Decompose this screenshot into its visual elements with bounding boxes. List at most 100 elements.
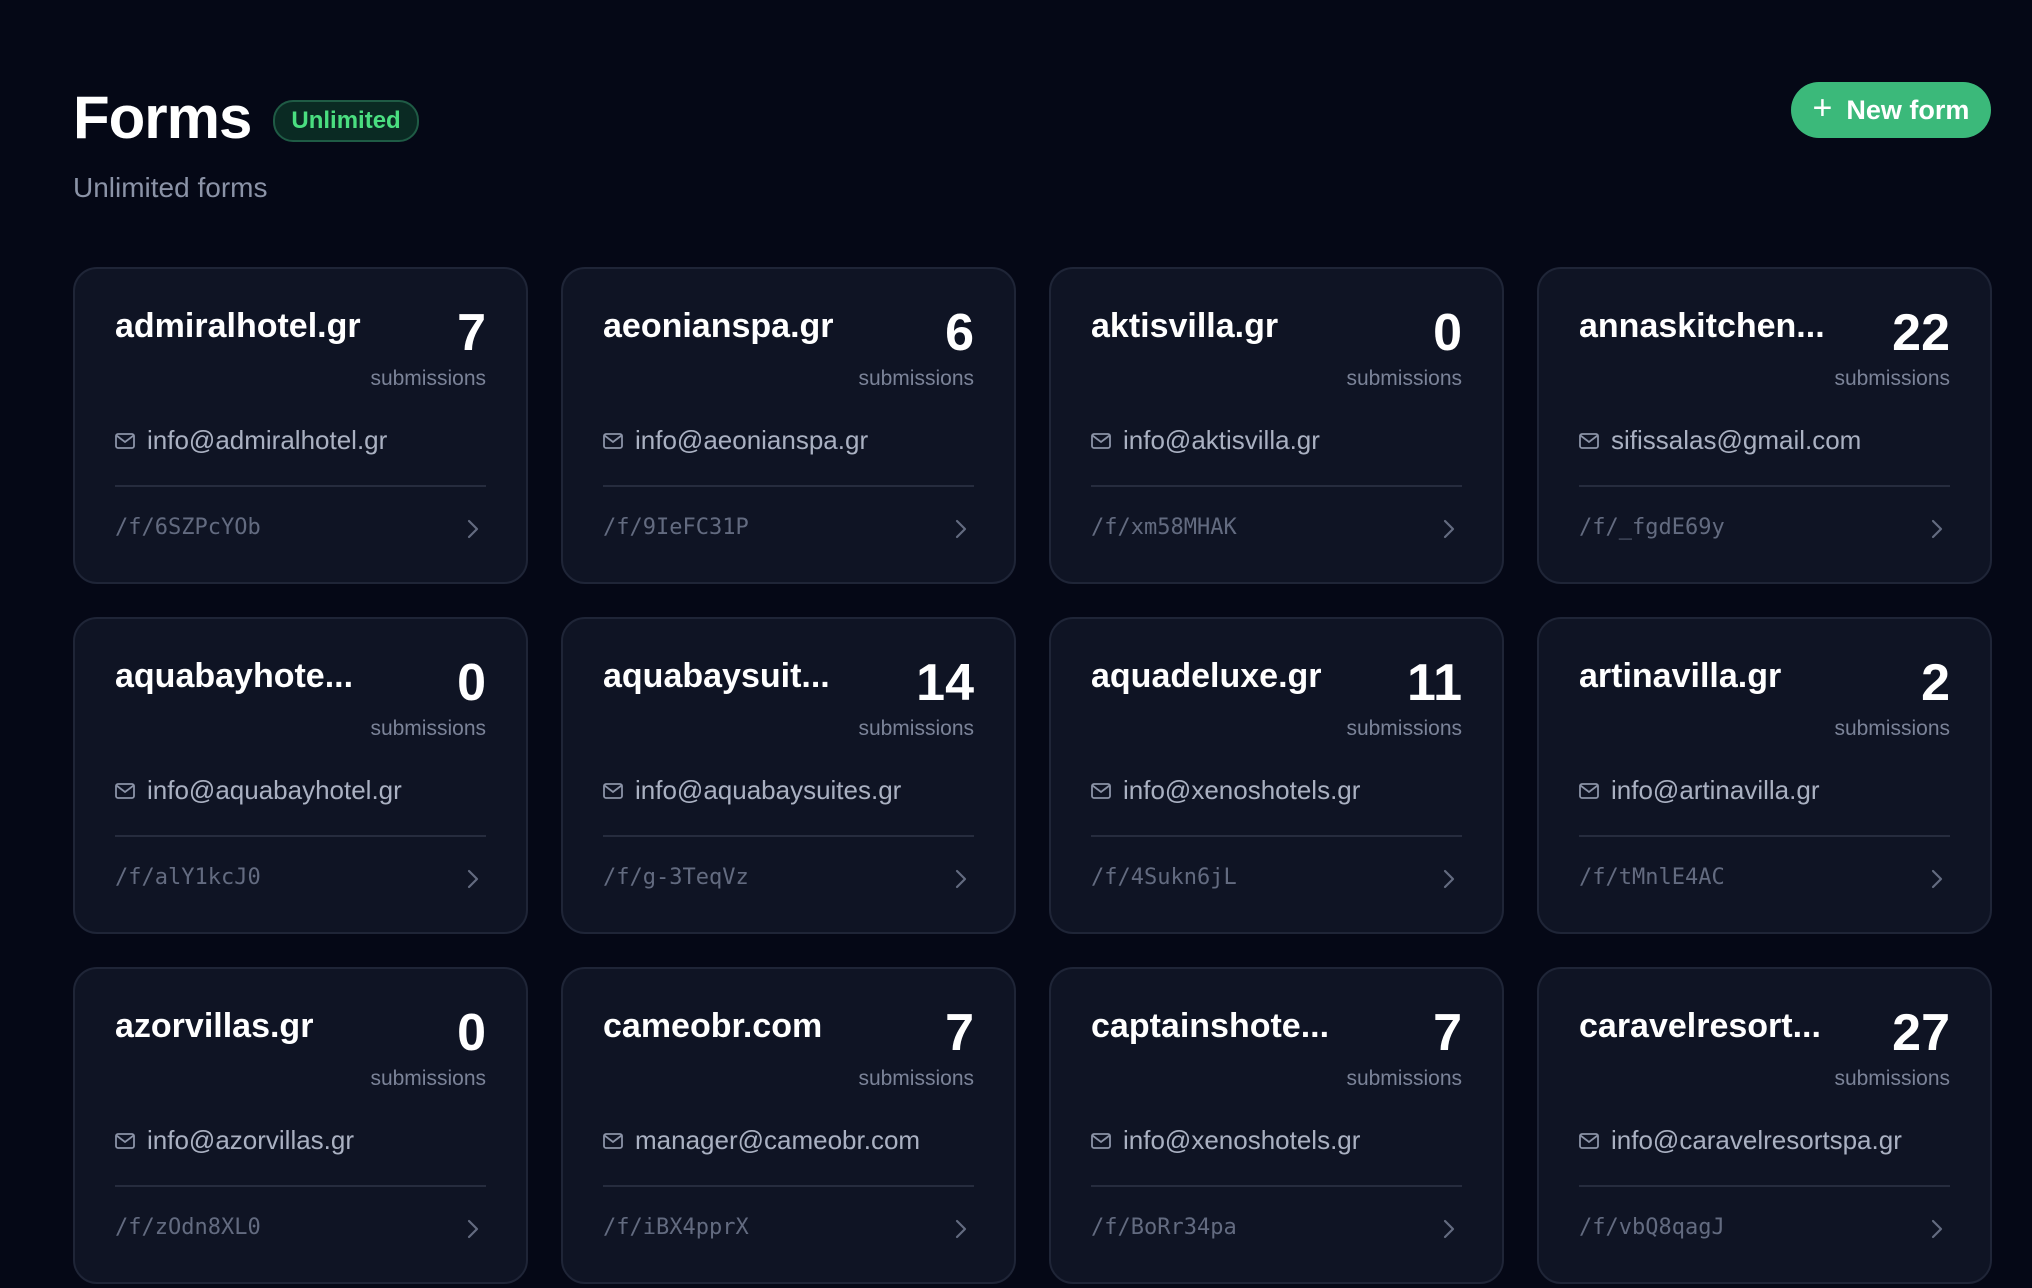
card-divider	[603, 1185, 974, 1187]
chevron-right-icon	[467, 1219, 479, 1239]
submission-count: 27	[1892, 1004, 1950, 1062]
new-form-button[interactable]: + New form	[1791, 82, 1991, 138]
form-email: info@aquabayhotel.gr	[147, 775, 402, 805]
form-path: /f/zOdn8XL0	[115, 1215, 261, 1240]
submission-count: 7	[945, 1004, 974, 1062]
submission-count: 0	[457, 1004, 486, 1062]
page-header: Forms Unlimited Unlimited forms + New fo…	[73, 82, 1991, 212]
submission-count: 0	[1433, 304, 1462, 362]
chevron-right-icon	[955, 869, 967, 889]
chevron-right-icon	[955, 519, 967, 539]
form-card[interactable]: caravelresort... 27 submissions info@car…	[1537, 967, 1992, 1284]
form-name: artinavilla.gr	[1579, 657, 1782, 695]
form-path: /f/tMnlE4AC	[1579, 865, 1725, 890]
form-name: aquadeluxe.gr	[1091, 657, 1322, 695]
form-name: aquabaysuit...	[603, 657, 830, 695]
form-path: /f/vbQ8qagJ	[1579, 1215, 1725, 1240]
card-divider	[603, 485, 974, 487]
mail-icon	[603, 782, 623, 799]
form-path: /f/xm58MHAK	[1091, 515, 1237, 540]
form-name: azorvillas.gr	[115, 1007, 314, 1045]
form-path: /f/alY1kcJ0	[115, 865, 261, 890]
card-divider	[115, 835, 486, 837]
mail-icon	[1579, 1132, 1599, 1149]
form-email: info@xenoshotels.gr	[1123, 775, 1361, 805]
email-row: info@aktisvilla.gr	[1091, 425, 1320, 456]
submission-count: 14	[916, 654, 974, 712]
mail-icon	[115, 782, 135, 799]
plan-badge: Unlimited	[273, 100, 419, 142]
email-row: info@aquabaysuites.gr	[603, 775, 901, 806]
submission-count: 7	[457, 304, 486, 362]
card-divider	[115, 1185, 486, 1187]
mail-icon	[1579, 782, 1599, 799]
card-divider	[1091, 1185, 1462, 1187]
form-card[interactable]: aquabayhote... 0 submissions info@aquaba…	[73, 617, 528, 934]
submission-count-label: submissions	[370, 1067, 486, 1090]
forms-page: Forms Unlimited Unlimited forms + New fo…	[0, 0, 2032, 1288]
form-card[interactable]: aeonianspa.gr 6 submissions info@aeonian…	[561, 267, 1016, 584]
form-path: /f/9IeFC31P	[603, 515, 749, 540]
form-email: info@azorvillas.gr	[147, 1125, 355, 1155]
form-card[interactable]: annaskitchen... 22 submissions sifissala…	[1537, 267, 1992, 584]
card-divider	[1091, 835, 1462, 837]
form-email: manager@cameobr.com	[635, 1125, 921, 1155]
submission-count-label: submissions	[370, 717, 486, 740]
page-subtitle: Unlimited forms	[73, 172, 268, 203]
page-title: Forms	[73, 84, 252, 151]
mail-icon	[603, 1132, 623, 1149]
form-name: admiralhotel.gr	[115, 307, 361, 345]
email-row: info@xenoshotels.gr	[1091, 775, 1360, 806]
submission-count: 11	[1407, 654, 1462, 712]
mail-icon	[1091, 782, 1111, 799]
form-card[interactable]: aquadeluxe.gr 11 submissions info@xenosh…	[1049, 617, 1504, 934]
chevron-right-icon	[1443, 1219, 1455, 1239]
form-name: captainshote...	[1091, 1007, 1330, 1045]
form-card[interactable]: artinavilla.gr 2 submissions info@artina…	[1537, 617, 1992, 934]
form-card[interactable]: cameobr.com 7 submissions manager@cameob…	[561, 967, 1016, 1284]
email-row: info@aeonianspa.gr	[603, 425, 868, 456]
submission-count-label: submissions	[370, 367, 486, 390]
chevron-right-icon	[1443, 869, 1455, 889]
form-card[interactable]: aktisvilla.gr 0 submissions info@aktisvi…	[1049, 267, 1504, 584]
submission-count-label: submissions	[1834, 717, 1950, 740]
form-email: info@caravelresortspa.gr	[1611, 1125, 1902, 1155]
plus-icon: +	[1812, 89, 1833, 127]
card-divider	[1091, 485, 1462, 487]
form-card[interactable]: captainshote... 7 submissions info@xenos…	[1049, 967, 1504, 1284]
chevron-right-icon	[467, 869, 479, 889]
card-divider	[603, 835, 974, 837]
email-row: info@aquabayhotel.gr	[115, 775, 402, 806]
form-email: info@aeonianspa.gr	[635, 425, 869, 455]
chevron-right-icon	[1931, 1219, 1943, 1239]
card-divider	[1579, 485, 1950, 487]
mail-icon	[603, 432, 623, 449]
form-path: /f/6SZPcYOb	[115, 515, 261, 540]
submission-count-label: submissions	[1346, 1067, 1462, 1090]
chevron-right-icon	[1931, 519, 1943, 539]
form-path: /f/4Sukn6jL	[1091, 865, 1237, 890]
mail-icon	[1091, 1132, 1111, 1149]
form-name: caravelresort...	[1579, 1007, 1821, 1045]
form-card[interactable]: azorvillas.gr 0 submissions info@azorvil…	[73, 967, 528, 1284]
card-divider	[115, 485, 486, 487]
form-name: aeonianspa.gr	[603, 307, 834, 345]
form-card[interactable]: aquabaysuit... 14 submissions info@aquab…	[561, 617, 1016, 934]
email-row: manager@cameobr.com	[603, 1125, 920, 1156]
chevron-right-icon	[467, 519, 479, 539]
mail-icon	[115, 432, 135, 449]
form-email: info@aquabaysuites.gr	[635, 775, 902, 805]
new-form-label: New form	[1846, 94, 1970, 125]
form-email: info@aktisvilla.gr	[1123, 425, 1320, 455]
form-name: aquabayhote...	[115, 657, 354, 695]
form-email: info@artinavilla.gr	[1611, 775, 1820, 805]
form-path: /f/BoRr34pa	[1091, 1215, 1237, 1240]
form-card[interactable]: admiralhotel.gr 7 submissions info@admir…	[73, 267, 528, 584]
submission-count: 2	[1921, 654, 1950, 712]
chevron-right-icon	[1931, 869, 1943, 889]
submission-count-label: submissions	[1346, 717, 1462, 740]
email-row: sifissalas@gmail.com	[1579, 425, 1861, 456]
submission-count-label: submissions	[1346, 367, 1462, 390]
form-path: /f/_fgdE69y	[1579, 515, 1725, 540]
submission-count-label: submissions	[858, 717, 974, 740]
